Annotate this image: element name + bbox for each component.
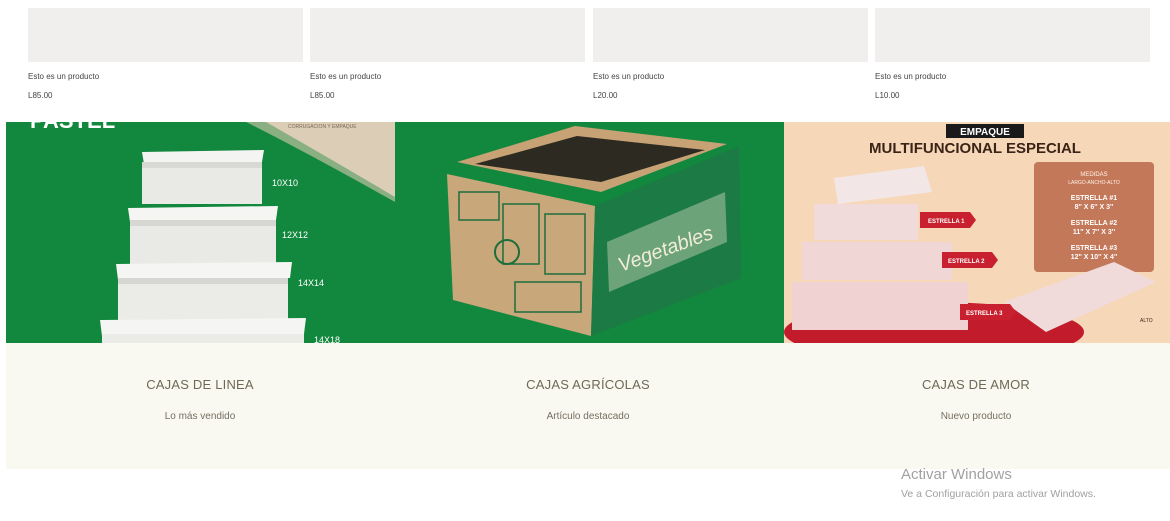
product-card[interactable]: Esto es un producto L85.00 — [310, 8, 585, 101]
panel3-ribbon-2: ESTRELLA 2 — [948, 259, 985, 265]
panel1-tagline: CORRUGACION Y EMPAQUE — [288, 124, 357, 130]
product-name[interactable]: Esto es un producto — [310, 72, 585, 82]
panel3-title: MULTIFUNCIONAL ESPECIAL — [869, 140, 1081, 157]
banner-image-cajas-de-linea[interactable]: PASTEL CORRUGACION Y EMPAQUE 10X10 12X12… — [6, 122, 395, 343]
category-cajas-de-linea[interactable]: CAJAS DE LINEA Lo más vendido — [6, 343, 394, 422]
product-thumbnail[interactable] — [875, 8, 1150, 62]
activation-title: Activar Windows — [901, 466, 1012, 483]
panel1-size-4: 14X18 — [314, 335, 340, 343]
panel3-star1-size: 8'' X 6'' X 3'' — [1075, 204, 1114, 211]
product-price: L85.00 — [310, 91, 335, 100]
windows-activation-watermark: Activar Windows Ve a Configuración para … — [901, 466, 1096, 500]
panel3-ribbon-3: ESTRELLA 3 — [966, 311, 1003, 317]
category-title[interactable]: CAJAS DE LINEA — [6, 377, 394, 392]
product-name[interactable]: Esto es un producto — [875, 72, 1150, 82]
panel3-height-note: ALTO — [1140, 318, 1153, 324]
panel3-star2-size: 11'' X 7'' X 3'' — [1073, 229, 1116, 236]
banner-image-cajas-de-amor[interactable]: EMPAQUE MULTIFUNCIONAL ESPECIAL MEDIDAS … — [784, 122, 1170, 343]
product-price: L20.00 — [593, 91, 618, 100]
category-subtitle: Nuevo producto — [940, 411, 1012, 422]
panel3-star1-label: ESTRELLA #1 — [1071, 195, 1118, 202]
banner-image-cajas-agricolas[interactable]: Vegetables — [395, 122, 784, 343]
category-title[interactable]: CAJAS DE AMOR — [782, 377, 1170, 392]
panel3-star2-label: ESTRELLA #2 — [1071, 220, 1118, 227]
product-thumbnail[interactable] — [593, 8, 868, 62]
category-captions: CAJAS DE LINEA Lo más vendido CAJAS AGRÍ… — [6, 343, 1170, 469]
category-banner: PASTEL CORRUGACION Y EMPAQUE 10X10 12X12… — [6, 122, 1170, 343]
product-card[interactable]: Esto es un producto L85.00 — [28, 8, 303, 101]
product-name[interactable]: Esto es un producto — [593, 72, 868, 82]
panel3-tag: EMPAQUE — [960, 127, 1010, 138]
product-price: L10.00 — [875, 91, 900, 100]
panel3-star3-size: 12'' X 10'' X 4'' — [1071, 254, 1118, 261]
category-cajas-agricolas[interactable]: CAJAS AGRÍCOLAS Artículo destacado — [394, 343, 782, 422]
category-cajas-de-amor[interactable]: CAJAS DE AMOR Nuevo producto — [782, 343, 1170, 422]
activation-subtitle: Ve a Configuración para activar Windows. — [901, 488, 1096, 500]
panel3-ribbon-1: ESTRELLA 1 — [928, 219, 965, 225]
product-card[interactable]: Esto es un producto L10.00 — [875, 8, 1150, 101]
panel1-size-2: 12X12 — [282, 230, 308, 240]
panel3-measures-sub: LARGO-ANCHO-ALTO — [1068, 180, 1120, 186]
panel1-headline: PASTEL — [30, 122, 115, 133]
panel3-star3-label: ESTRELLA #3 — [1071, 245, 1118, 252]
panel1-size-3: 14X14 — [298, 278, 324, 288]
product-name[interactable]: Esto es un producto — [28, 72, 303, 82]
panel1-size-1: 10X10 — [272, 178, 298, 188]
category-subtitle: Artículo destacado — [546, 411, 630, 422]
product-thumbnail[interactable] — [28, 8, 303, 62]
category-title[interactable]: CAJAS AGRÍCOLAS — [394, 377, 782, 392]
product-price: L85.00 — [28, 91, 53, 100]
category-subtitle: Lo más vendido — [164, 411, 236, 422]
product-thumbnail[interactable] — [310, 8, 585, 62]
panel3-measures-title: MEDIDAS — [1080, 172, 1107, 178]
product-grid: Esto es un producto L85.00 Esto es un pr… — [28, 8, 1150, 118]
product-card[interactable]: Esto es un producto L20.00 — [593, 8, 868, 101]
